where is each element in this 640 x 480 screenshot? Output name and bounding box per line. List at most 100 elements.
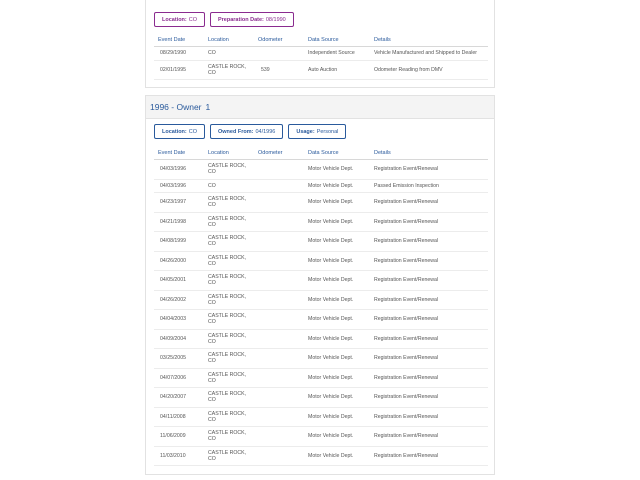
table-row: 11/03/2010 CASTLE ROCK, CO Motor Vehicle D… <box>154 446 488 466</box>
table-row: 04/23/1997 CASTLE ROCK, CO Motor Vehicle D… <box>154 192 488 213</box>
cell-event-date: 04/08/1999 <box>154 231 204 252</box>
cell-location: CASTLE ROCK, CO <box>204 251 254 271</box>
cell-odometer <box>254 270 304 291</box>
table-row: 04/03/1996 CO Motor Vehicle Dept. Passed Em… <box>154 179 488 193</box>
cell-odometer <box>254 426 304 447</box>
owner-number: 1 <box>205 102 211 112</box>
cell-details: Registration Event/Renewal <box>370 231 488 252</box>
cell-location: CASTLE ROCK, CO <box>204 368 254 388</box>
cell-location: CASTLE ROCK, CO <box>204 387 254 408</box>
history-table: Event Date Location Odometer Data Source… <box>154 34 488 80</box>
cell-details: Registration Event/Renewal <box>370 329 488 349</box>
cell-odometer <box>254 368 304 388</box>
cell-odometer <box>254 231 304 252</box>
cell-odometer <box>254 46 304 61</box>
column-header-details: Details <box>370 34 488 47</box>
cell-location: CASTLE ROCK, CO <box>204 290 254 310</box>
cell-location: CASTLE ROCK, CO <box>204 231 254 252</box>
cell-location: CASTLE ROCK, CO <box>204 212 254 232</box>
cell-data-source: Auto Auction <box>304 60 370 80</box>
cell-data-source: Independent Source <box>304 46 370 61</box>
cell-odometer <box>254 446 304 466</box>
cell-details: Registration Event/Renewal <box>370 309 488 330</box>
cell-odometer <box>254 387 304 408</box>
table-row: 04/26/2000 CASTLE ROCK, CO Motor Vehicle D… <box>154 251 488 271</box>
location-tag: Location: CO <box>154 12 205 27</box>
owned-from-tag: Owned From: 04/1996 <box>210 124 284 139</box>
cell-details: Registration Event/Renewal <box>370 368 488 388</box>
cell-location: CASTLE ROCK, CO <box>204 348 254 369</box>
cell-details: Registration Event/Renewal <box>370 290 488 310</box>
cell-details: Registration Event/Renewal <box>370 192 488 213</box>
table-row: 04/21/1998 CASTLE ROCK, CO Motor Vehicle D… <box>154 212 488 232</box>
owner-header[interactable]: 1996 - Owner 1 <box>146 96 494 119</box>
table-row: 04/09/2004 CASTLE ROCK, CO Motor Vehicle D… <box>154 329 488 349</box>
history-section-owner-1: 1996 - Owner 1 Location: CO Owned From: 04… <box>145 95 495 475</box>
owner-title: 1996 - Owner <box>150 102 202 112</box>
cell-odometer <box>254 212 304 232</box>
cell-data-source: Motor Vehicle Dept. <box>304 309 370 330</box>
usage-tag: Usage: Personal <box>288 124 347 139</box>
cell-event-date: 04/20/2007 <box>154 387 204 408</box>
column-header-details: Details <box>370 147 488 160</box>
column-header-location: Location <box>204 147 254 160</box>
cell-event-date: 04/04/2003 <box>154 309 204 330</box>
cell-odometer <box>254 348 304 369</box>
column-header-event-date: Event Date <box>154 147 204 160</box>
table-row: 04/07/2006 CASTLE ROCK, CO Motor Vehicle D… <box>154 368 488 388</box>
column-header-location: Location <box>204 34 254 47</box>
cell-details: Registration Event/Renewal <box>370 407 488 427</box>
cell-data-source: Motor Vehicle Dept. <box>304 387 370 408</box>
cell-location: CASTLE ROCK, CO <box>204 309 254 330</box>
cell-event-date: 04/03/1996 <box>154 159 204 180</box>
cell-event-date: 11/03/2010 <box>154 446 204 466</box>
table-row: 04/20/2007 CASTLE ROCK, CO Motor Vehicle D… <box>154 387 488 408</box>
cell-details: Registration Event/Renewal <box>370 251 488 271</box>
section-tags: Location: CO Owned From: 04/1996 Usage: Per… <box>146 124 494 139</box>
cell-location: CO <box>204 46 254 61</box>
cell-event-date: 04/21/1998 <box>154 212 204 232</box>
location-tag: Location: CO <box>154 124 205 139</box>
cell-details: Registration Event/Renewal <box>370 446 488 466</box>
cell-details: Registration Event/Renewal <box>370 212 488 232</box>
cell-details: Registration Event/Renewal <box>370 387 488 408</box>
cell-odometer: 539 <box>254 60 304 80</box>
cell-details: Odometer Reading from DMV <box>370 60 488 80</box>
cell-odometer <box>254 179 304 193</box>
cell-data-source: Motor Vehicle Dept. <box>304 407 370 427</box>
cell-data-source: Motor Vehicle Dept. <box>304 251 370 271</box>
preparation-date-tag: Preparation Date: 08/1990 <box>210 12 294 27</box>
cell-data-source: Motor Vehicle Dept. <box>304 192 370 213</box>
history-section-preparation: Location: CO Preparation Date: 08/1990 Eve… <box>145 0 495 88</box>
section-tags: Location: CO Preparation Date: 08/1990 <box>146 12 494 27</box>
cell-data-source: Motor Vehicle Dept. <box>304 270 370 291</box>
cell-odometer <box>254 290 304 310</box>
cell-event-date: 03/25/2005 <box>154 348 204 369</box>
table-row: 04/08/1999 CASTLE ROCK, CO Motor Vehicle D… <box>154 231 488 252</box>
cell-event-date: 04/26/2002 <box>154 290 204 310</box>
cell-data-source: Motor Vehicle Dept. <box>304 231 370 252</box>
cell-details: Registration Event/Renewal <box>370 270 488 291</box>
cell-location: CASTLE ROCK, CO <box>204 426 254 447</box>
history-table: Event Date Location Odometer Data Source… <box>154 147 488 466</box>
column-header-event-date: Event Date <box>154 34 204 47</box>
cell-data-source: Motor Vehicle Dept. <box>304 348 370 369</box>
cell-event-date: 04/26/2000 <box>154 251 204 271</box>
table-row: 04/05/2001 CASTLE ROCK, CO Motor Vehicle D… <box>154 270 488 291</box>
column-header-data-source: Data Source <box>304 34 370 47</box>
column-header-data-source: Data Source <box>304 147 370 160</box>
cell-event-date: 04/23/1997 <box>154 192 204 213</box>
table-header-row: Event Date Location Odometer Data Source… <box>154 147 488 160</box>
table-row: 03/25/2005 CASTLE ROCK, CO Motor Vehicle D… <box>154 348 488 369</box>
cell-event-date: 04/11/2008 <box>154 407 204 427</box>
cell-details: Vehicle Manufactured and Shipped to Deal… <box>370 46 488 61</box>
cell-location: CASTLE ROCK, CO <box>204 329 254 349</box>
cell-event-date: 04/07/2006 <box>154 368 204 388</box>
cell-details: Registration Event/Renewal <box>370 426 488 447</box>
cell-event-date: 04/09/2004 <box>154 329 204 349</box>
cell-location: CASTLE ROCK, CO <box>204 159 254 180</box>
cell-data-source: Motor Vehicle Dept. <box>304 179 370 193</box>
cell-location: CASTLE ROCK, CO <box>204 446 254 466</box>
cell-data-source: Motor Vehicle Dept. <box>304 212 370 232</box>
table-row: 04/26/2002 CASTLE ROCK, CO Motor Vehicle D… <box>154 290 488 310</box>
